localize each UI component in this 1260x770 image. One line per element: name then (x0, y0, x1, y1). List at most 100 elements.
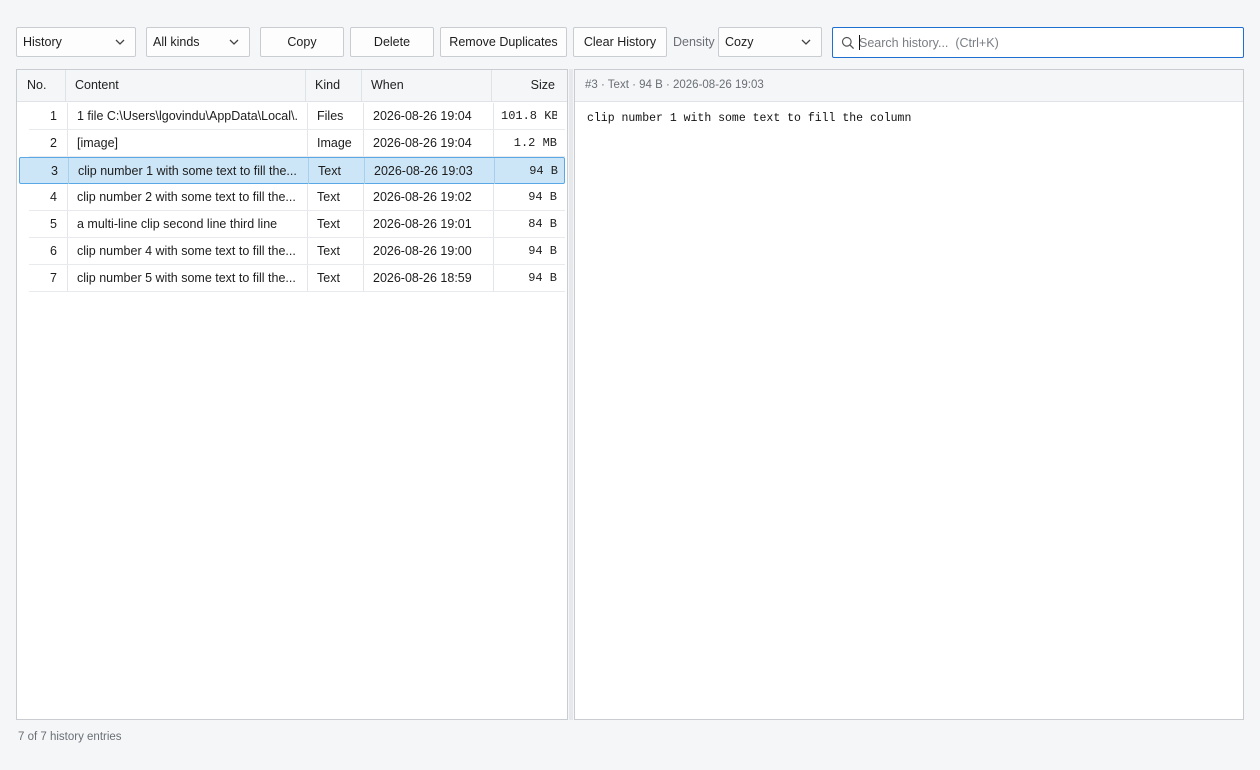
row-when: 2026-08-26 19:04 (373, 136, 472, 150)
row-when: 2026-08-26 18:59 (373, 271, 472, 285)
cell-divider (363, 103, 364, 129)
table-row[interactable]: 3 clip number 1 with some text to fill th… (19, 157, 565, 184)
row-when: 2026-08-26 19:02 (373, 190, 472, 204)
chevron-down-icon (115, 39, 125, 45)
table-row[interactable]: 4 clip number 2 with some text to fill th… (29, 184, 565, 211)
cell-divider (307, 103, 308, 129)
cell-divider (364, 158, 365, 184)
row-number: 6 (50, 244, 57, 258)
column-header-no[interactable]: No. (27, 70, 46, 101)
row-content: clip number 4 with some text to fill the… (77, 244, 296, 258)
cell-divider (493, 265, 494, 291)
cell-divider (363, 211, 364, 237)
splitter-handle[interactable] (569, 69, 573, 720)
text-caret (859, 35, 860, 50)
column-header-when[interactable]: When (371, 70, 404, 101)
column-header-kind[interactable]: Kind (315, 70, 340, 101)
copy-button[interactable]: Copy (260, 27, 344, 57)
row-when: 2026-08-26 19:00 (373, 244, 472, 258)
row-kind: Text (317, 190, 340, 204)
cell-divider (67, 211, 68, 237)
cell-divider (67, 130, 68, 156)
row-size: 94 B (528, 271, 557, 285)
cell-divider (363, 265, 364, 291)
row-content: a multi-line clip second line third line (77, 217, 278, 231)
row-kind: Files (317, 109, 344, 123)
cell-divider (493, 103, 494, 129)
cell-divider (363, 184, 364, 210)
row-size: 94 B (528, 244, 557, 258)
cell-divider (494, 158, 495, 184)
table-row[interactable]: 1 1 file C:\Users\lgovindu\AppData\Local\… (29, 103, 565, 130)
delete-button[interactable]: Delete (350, 27, 434, 57)
cell-divider (493, 211, 494, 237)
row-number: 2 (50, 136, 57, 150)
row-content: clip number 2 with some text to fill the… (77, 190, 296, 204)
table-row[interactable]: 6 clip number 4 with some text to fill th… (29, 238, 565, 265)
row-when: 2026-08-26 19:04 (373, 109, 472, 123)
row-kind: Text (318, 164, 341, 178)
row-size: 1.2 MB (513, 136, 557, 150)
row-content: 1 file C:\Users\lgovindu\AppData\Local\.… (77, 109, 299, 123)
search-box[interactable] (832, 27, 1244, 58)
row-kind: Text (317, 271, 340, 285)
table-row[interactable]: 2 [image] Image 2026-08-26 19:04 1.2 MB (29, 130, 565, 157)
row-size: 101.8 KB (501, 109, 557, 123)
cell-divider (307, 265, 308, 291)
cell-divider (67, 184, 68, 210)
density-value: Cozy (725, 35, 754, 49)
kind-filter-select[interactable]: All kinds (146, 27, 250, 57)
row-number: 3 (51, 164, 58, 178)
table-row[interactable]: 7 clip number 5 with some text to fill th… (29, 265, 565, 292)
preview-pane: #3 · Text · 94 B · 2026-08-26 19:03 clip… (574, 69, 1244, 720)
view-select[interactable]: History (16, 27, 136, 57)
preview-header: #3 · Text · 94 B · 2026-08-26 19:03 (575, 70, 1243, 102)
row-size: 84 B (528, 217, 557, 231)
preview-content: clip number 1 with some text to fill the… (587, 112, 912, 125)
row-kind: Text (317, 217, 340, 231)
cell-divider (493, 130, 494, 156)
cell-divider (67, 265, 68, 291)
cell-divider (67, 103, 68, 129)
cell-divider (307, 130, 308, 156)
row-content: clip number 1 with some text to fill the… (78, 164, 297, 178)
cell-divider (308, 158, 309, 184)
clear-history-button[interactable]: Clear History (573, 27, 667, 57)
history-table[interactable]: No. Content Kind When Size 1 1 file C:\Us… (16, 69, 568, 720)
chevron-down-icon (229, 39, 239, 45)
row-kind: Image (317, 136, 352, 150)
preview-meta: #3 · Text · 94 B · 2026-08-26 19:03 (585, 79, 764, 91)
row-size: 94 B (529, 164, 558, 178)
row-content: [image] (77, 136, 118, 150)
cell-divider (493, 184, 494, 210)
column-divider[interactable] (361, 70, 362, 101)
column-header-size[interactable]: Size (501, 70, 555, 101)
table-row[interactable]: 5 a multi-line clip second line third lin… (29, 211, 565, 238)
cell-divider (307, 211, 308, 237)
row-number: 1 (50, 109, 57, 123)
column-header-content[interactable]: Content (75, 70, 119, 101)
row-size: 94 B (528, 190, 557, 204)
row-number: 7 (50, 271, 57, 285)
search-icon (841, 36, 855, 50)
cell-divider (307, 184, 308, 210)
density-label: Density (673, 35, 715, 49)
cell-divider (68, 158, 69, 184)
column-divider[interactable] (305, 70, 306, 101)
row-kind: Text (317, 244, 340, 258)
column-divider[interactable] (491, 70, 492, 101)
search-input[interactable] (859, 33, 1229, 52)
row-when: 2026-08-26 19:03 (374, 164, 473, 178)
status-bar: 7 of 7 history entries (18, 731, 122, 743)
cell-divider (67, 238, 68, 264)
row-content: clip number 5 with some text to fill the… (77, 271, 296, 285)
cell-divider (363, 238, 364, 264)
cell-divider (493, 238, 494, 264)
table-header: No. Content Kind When Size (17, 70, 567, 102)
remove-duplicates-button[interactable]: Remove Duplicates (440, 27, 567, 57)
cell-divider (307, 238, 308, 264)
cell-divider (363, 130, 364, 156)
density-select[interactable]: Cozy (718, 27, 822, 57)
column-divider[interactable] (65, 70, 66, 101)
chevron-down-icon (801, 39, 811, 45)
